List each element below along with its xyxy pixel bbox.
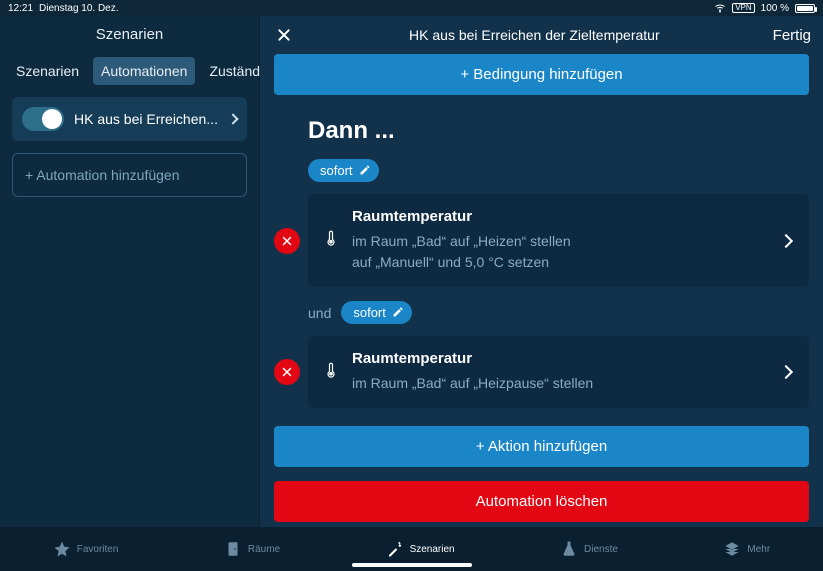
delete-action-button[interactable]	[274, 228, 300, 254]
automation-label: HK aus bei Erreichen...	[74, 111, 219, 127]
layers-icon	[723, 540, 741, 558]
action-card[interactable]: Raumtemperatur im Raum „Bad“ auf „Heizen…	[308, 194, 809, 287]
pencil-icon	[359, 164, 371, 176]
wand-icon	[386, 540, 404, 558]
action-card[interactable]: Raumtemperatur im Raum „Bad“ auf „Heizpa…	[308, 336, 809, 408]
then-section-title: Dann ...	[308, 117, 809, 145]
status-date: Dienstag 10. Dez.	[39, 3, 119, 14]
automation-toggle[interactable]	[22, 107, 64, 131]
tab-favoriten[interactable]: Favoriten	[53, 540, 119, 558]
done-button[interactable]: Fertig	[773, 27, 811, 44]
wifi-icon	[714, 2, 726, 14]
tab-dienste[interactable]: Dienste	[560, 540, 618, 558]
delete-automation-button[interactable]: Automation löschen	[274, 481, 809, 522]
delete-action-button[interactable]	[274, 359, 300, 385]
tab-raeume[interactable]: Räume	[224, 540, 280, 558]
automation-row[interactable]: HK aus bei Erreichen...	[12, 97, 247, 141]
main-title: HK aus bei Erreichen der Zieltemperatur	[409, 27, 660, 43]
star-icon	[53, 540, 71, 558]
add-condition-button[interactable]: + Bedingung hinzufügen	[274, 54, 809, 95]
thermometer-icon	[322, 361, 340, 384]
sidebar: Szenarien Szenarien Automationen Zuständ…	[0, 16, 260, 527]
door-icon	[224, 540, 242, 558]
tab-szenarien[interactable]: Szenarien	[386, 540, 455, 558]
tab-mehr[interactable]: Mehr	[723, 540, 770, 558]
chevron-right-icon	[227, 113, 238, 124]
action-title: Raumtemperatur	[352, 350, 769, 367]
segment-control: Szenarien Automationen Zustände	[0, 57, 259, 97]
and-label: und	[308, 305, 331, 321]
main-header: HK aus bei Erreichen der Zieltemperatur …	[260, 16, 823, 54]
status-time: 12:21	[8, 3, 33, 14]
flask-icon	[560, 540, 578, 558]
home-indicator	[352, 563, 472, 567]
delay-pill-2[interactable]: sofort	[341, 301, 412, 324]
action-title: Raumtemperatur	[352, 208, 769, 225]
add-action-button[interactable]: + Aktion hinzufügen	[274, 426, 809, 467]
action-subtitle: im Raum „Bad“ auf „Heizpause“ stellen	[352, 373, 769, 394]
vpn-badge: VPN	[732, 3, 754, 13]
sidebar-title: Szenarien	[0, 16, 259, 57]
action-subtitle: im Raum „Bad“ auf „Heizen“ stellen auf „…	[352, 231, 769, 273]
main-panel: HK aus bei Erreichen der Zieltemperatur …	[260, 16, 823, 527]
close-button[interactable]	[272, 23, 296, 47]
segment-automationen[interactable]: Automationen	[93, 57, 195, 85]
segment-szenarien[interactable]: Szenarien	[8, 57, 87, 85]
chevron-right-icon	[779, 233, 793, 247]
chevron-right-icon	[779, 365, 793, 379]
thermometer-icon	[322, 229, 340, 252]
battery-percent: 100 %	[761, 3, 789, 14]
delay-pill-1[interactable]: sofort	[308, 159, 379, 182]
add-automation-button[interactable]: + Automation hinzufügen	[12, 153, 247, 197]
status-bar: 12:21 Dienstag 10. Dez. VPN 100 %	[0, 0, 823, 16]
battery-icon	[795, 4, 815, 13]
pencil-icon	[392, 306, 404, 318]
